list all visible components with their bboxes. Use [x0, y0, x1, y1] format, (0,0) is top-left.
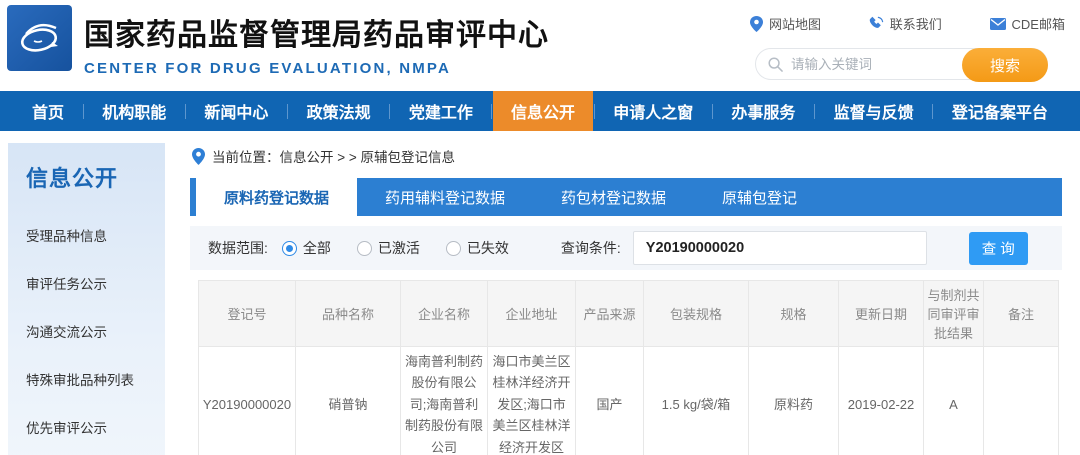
cell-package-spec: 1.5 kg/袋/箱 — [644, 347, 749, 455]
sidebar-item-accepted-varieties[interactable]: 受理品种信息 — [26, 211, 165, 259]
registration-table: 登记号 品种名称 企业名称 企业地址 产品来源 包装规格 规格 更新日期 与制剂… — [198, 280, 1059, 455]
envelope-icon — [990, 18, 1006, 30]
location-pin-icon — [750, 16, 763, 32]
query-condition-input[interactable] — [633, 231, 927, 265]
cell-registration-no: Y20190000020 — [199, 347, 296, 455]
scope-label: 数据范围: — [208, 238, 268, 258]
cde-logo — [7, 5, 72, 71]
radio-option-all[interactable]: 全部 — [282, 238, 331, 258]
cell-update-date: 2019-02-22 — [839, 347, 924, 455]
sitemap-link[interactable]: 网站地图 — [750, 14, 821, 33]
page-content: 信息公开 受理品种信息 审评任务公示 沟通交流公示 特殊审批品种列表 优先审评公… — [0, 131, 1080, 455]
sidebar-item-special-approval-list[interactable]: 特殊审批品种列表 — [26, 355, 165, 403]
swan-logo-icon — [16, 16, 64, 60]
search-button[interactable]: 搜索 — [962, 48, 1048, 82]
sidebar-title: 信息公开 — [26, 161, 165, 193]
registration-table-wrap: 登记号 品种名称 企业名称 企业地址 产品来源 包装规格 规格 更新日期 与制剂… — [198, 280, 1058, 455]
radio-unselected-icon — [357, 241, 372, 256]
radio-unselected-icon — [446, 241, 461, 256]
dataset-tabbar: 原料药登记数据 药用辅料登记数据 药包材登记数据 原辅包登记 — [190, 178, 1062, 216]
nav-item-news[interactable]: 新闻中心 — [186, 91, 286, 131]
tab-api-registration-data[interactable]: 原料药登记数据 — [196, 178, 357, 216]
main-navigation: 首页 机构职能 新闻中心 政策法规 党建工作 信息公开 申请人之窗 办事服务 监… — [0, 91, 1080, 131]
header-product-origin: 产品来源 — [576, 281, 644, 347]
query-button[interactable]: 查 询 — [969, 232, 1028, 265]
header-quick-links: 网站地图 联系我们 CDE邮箱 — [750, 14, 1065, 33]
header-search: 搜索 — [755, 48, 1048, 80]
scope-radio-group: 全部 已激活 已失效 — [282, 238, 509, 258]
nav-item-services[interactable]: 办事服务 — [713, 91, 813, 131]
filter-row: 数据范围: 全部 已激活 已失效 查询条件: 查 询 — [190, 226, 1062, 270]
cde-mail-link-label: CDE邮箱 — [1012, 14, 1065, 33]
header-spec: 规格 — [749, 281, 839, 347]
radio-option-activated-label: 已激活 — [378, 238, 420, 258]
nav-item-supervision-feedback[interactable]: 监督与反馈 — [816, 91, 932, 131]
nav-item-info-disclosure[interactable]: 信息公开 — [493, 91, 593, 131]
sitemap-link-label: 网站地图 — [769, 14, 821, 33]
radio-option-expired[interactable]: 已失效 — [446, 238, 509, 258]
nav-item-party-building[interactable]: 党建工作 — [391, 91, 491, 131]
contact-link-label: 联系我们 — [890, 14, 942, 33]
cell-remarks — [984, 347, 1059, 455]
nav-item-home[interactable]: 首页 — [14, 91, 82, 131]
site-title-block: 国家药品监督管理局药品审评中心 CENTER FOR DRUG EVALUATI… — [84, 10, 549, 77]
table-row[interactable]: Y20190000020 硝普钠 海南普利制药股份有限公司;海南普利制药股份有限… — [199, 347, 1059, 455]
header-company-name: 企业名称 — [401, 281, 488, 347]
radio-option-expired-label: 已失效 — [467, 238, 509, 258]
breadcrumb-pin-icon — [192, 148, 205, 165]
header-registration-no: 登记号 — [199, 281, 296, 347]
site-title-cn: 国家药品监督管理局药品审评中心 — [84, 10, 549, 54]
header-update-date: 更新日期 — [839, 281, 924, 347]
query-condition-label: 查询条件: — [561, 238, 621, 258]
radio-option-all-label: 全部 — [303, 238, 331, 258]
table-header-row: 登记号 品种名称 企业名称 企业地址 产品来源 包装规格 规格 更新日期 与制剂… — [199, 281, 1059, 347]
radio-selected-icon — [282, 241, 297, 256]
cell-spec: 原料药 — [749, 347, 839, 455]
sidebar-item-breakthrough-therapy[interactable]: 突破性治疗公示 — [26, 451, 165, 455]
contact-link[interactable]: 联系我们 — [869, 14, 942, 33]
tab-packaging-registration-data[interactable]: 药包材登记数据 — [533, 178, 694, 216]
header-package-spec: 包装规格 — [644, 281, 749, 347]
main-panel: 当前位置：信息公开 > > 原辅包登记信息 原料药登记数据 药用辅料登记数据 药… — [190, 143, 1062, 455]
search-icon — [768, 57, 783, 72]
tab-raw-aux-pack-registration[interactable]: 原辅包登记 — [694, 178, 825, 216]
site-header: 国家药品监督管理局药品审评中心 CENTER FOR DRUG EVALUATI… — [0, 0, 1080, 91]
nav-item-applicant-window[interactable]: 申请人之窗 — [595, 91, 711, 131]
cell-variety-name: 硝普钠 — [296, 347, 401, 455]
nav-item-functions[interactable]: 机构职能 — [84, 91, 184, 131]
nav-item-policy[interactable]: 政策法规 — [289, 91, 389, 131]
breadcrumb: 当前位置：信息公开 > > 原辅包登记信息 — [190, 143, 1062, 178]
cell-company-address: 海口市美兰区桂林洋经济开发区;海口市美兰区桂林洋经济开发区 — [488, 347, 576, 455]
cell-product-origin: 国产 — [576, 347, 644, 455]
nav-item-registration-platform[interactable]: 登记备案平台 — [934, 91, 1066, 131]
header-company-address: 企业地址 — [488, 281, 576, 347]
sidebar: 信息公开 受理品种信息 审评任务公示 沟通交流公示 特殊审批品种列表 优先审评公… — [8, 143, 165, 455]
header-joint-review-result: 与制剂共同审评审批结果 — [924, 281, 984, 347]
cell-joint-review-result: A — [924, 347, 984, 455]
sidebar-item-priority-review[interactable]: 优先审评公示 — [26, 403, 165, 451]
radio-option-activated[interactable]: 已激活 — [357, 238, 420, 258]
sidebar-item-review-tasks[interactable]: 审评任务公示 — [26, 259, 165, 307]
header-remarks: 备注 — [984, 281, 1059, 347]
site-title-en: CENTER FOR DRUG EVALUATION, NMPA — [84, 60, 549, 77]
sidebar-item-communication[interactable]: 沟通交流公示 — [26, 307, 165, 355]
breadcrumb-text: 当前位置：信息公开 > > 原辅包登记信息 — [212, 146, 455, 166]
header-variety-name: 品种名称 — [296, 281, 401, 347]
cell-company-name: 海南普利制药股份有限公司;海南普利制药股份有限公司 — [401, 347, 488, 455]
tab-excipient-registration-data[interactable]: 药用辅料登记数据 — [357, 178, 533, 216]
cde-mail-link[interactable]: CDE邮箱 — [990, 14, 1065, 33]
phone-icon — [869, 16, 884, 31]
